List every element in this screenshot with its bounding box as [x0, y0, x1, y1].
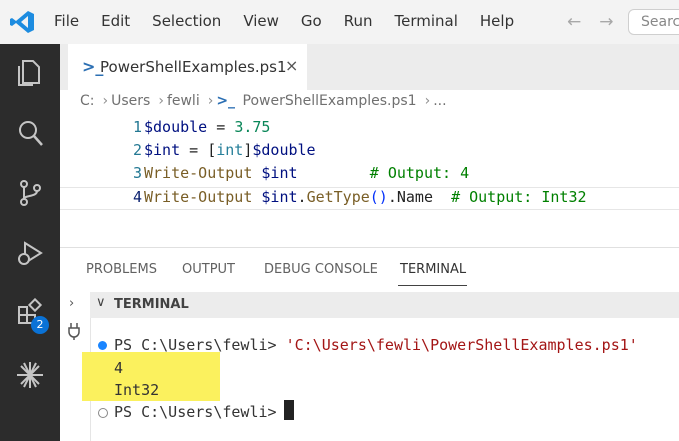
navigation-arrows: ← → [567, 12, 632, 32]
line-number: 4 [132, 188, 142, 206]
back-arrow-icon[interactable]: ← [567, 12, 581, 32]
chevron-down-icon[interactable]: ∨ [96, 295, 106, 310]
run-and-debug-icon[interactable] [15, 238, 45, 268]
breadcrumb-users[interactable]: Users [111, 93, 150, 109]
command-decoration-icon[interactable] [98, 408, 108, 418]
chevron-right-icon: › [207, 93, 214, 109]
explorer-icon[interactable] [15, 58, 45, 88]
active-tab-indicator [398, 285, 467, 286]
terminal-output-line: Int32 [114, 381, 160, 399]
terminal-output-line: 4 [114, 359, 124, 377]
panel-divider[interactable] [60, 247, 679, 248]
breadcrumb-file[interactable]: PowerShellExamples.ps1 [243, 93, 417, 109]
breadcrumb-drive[interactable]: C: [80, 93, 95, 109]
code-line-current: 4 Write-Output $int.GetType().Name # Out… [60, 187, 679, 210]
title-bar: File Edit Selection View Go Run Terminal… [0, 0, 679, 44]
activity-bar: 2 [0, 44, 60, 441]
menu-run[interactable]: Run [344, 12, 373, 30]
search-box[interactable]: Search [628, 9, 679, 35]
terminal-prompt: PS C:\Users\fewli> [114, 403, 277, 421]
command-decoration-icon[interactable] [98, 341, 107, 350]
tab-label: PowerShellExamples.ps1 [100, 58, 287, 76]
code-text: Write-Output $int.GetType().Name # Outpu… [144, 188, 587, 206]
code-text: $int = [int]$double [144, 141, 316, 159]
code-text: $double = 3.75 [144, 118, 271, 136]
breadcrumb-fewli[interactable]: fewli [167, 93, 200, 109]
close-icon[interactable]: × [285, 56, 298, 75]
breadcrumb: C: › Users › fewli › >_ PowerShellExamples.ps1… [80, 93, 450, 109]
tab-problems[interactable]: PROBLEMS [86, 262, 157, 277]
chevron-right-icon: › [424, 93, 431, 109]
powershell-file-icon: >_ [216, 93, 236, 109]
menu-bar: File Edit Selection View Go Run Terminal… [54, 12, 536, 30]
extensions-badge: 2 [31, 316, 49, 334]
tab-debug-console[interactable]: DEBUG CONSOLE [264, 262, 378, 277]
menu-go[interactable]: Go [301, 12, 322, 30]
terminal-header[interactable]: ∨ TERMINAL [90, 292, 679, 318]
plug-icon[interactable] [67, 322, 81, 340]
chevron-right-icon: › [158, 93, 164, 109]
chevron-right-icon[interactable]: › [69, 296, 74, 311]
code-line: 2 $int = [int]$double [60, 141, 679, 164]
code-text: Write-Output $int # Output: 4 [144, 164, 470, 182]
chevron-right-icon: › [102, 93, 109, 109]
menu-help[interactable]: Help [480, 12, 514, 30]
forward-arrow-icon[interactable]: → [599, 12, 613, 32]
menu-edit[interactable]: Edit [101, 12, 130, 30]
tab-terminal[interactable]: TERMINAL [400, 262, 466, 277]
terminal-cursor [284, 400, 294, 420]
line-number: 2 [132, 141, 142, 159]
code-line: 1 $double = 3.75 [60, 118, 679, 141]
line-number: 1 [132, 118, 142, 136]
breadcrumb-more[interactable]: ... [433, 93, 446, 109]
line-number: 3 [132, 164, 142, 182]
menu-selection[interactable]: Selection [152, 12, 221, 30]
search-icon[interactable] [15, 118, 45, 148]
menu-terminal[interactable]: Terminal [395, 12, 458, 30]
menu-file[interactable]: File [54, 12, 79, 30]
code-editor[interactable]: 1 $double = 3.75 2 $int = [int]$double 3… [60, 116, 679, 246]
tab-powershellexamples[interactable]: >_ PowerShellExamples.ps1 × [68, 44, 307, 90]
menu-view[interactable]: View [243, 12, 279, 30]
vscode-logo-icon[interactable] [9, 10, 35, 34]
tab-output[interactable]: OUTPUT [182, 262, 235, 277]
terminal-title: TERMINAL [114, 297, 189, 312]
terminal-command-line: PS C:\Users\fewli> 'C:\Users\fewli\Power… [114, 336, 638, 354]
copilot-sparkle-icon[interactable] [15, 360, 45, 390]
source-control-icon[interactable] [15, 178, 45, 208]
code-line: 3 Write-Output $int # Output: 4 [60, 164, 679, 187]
